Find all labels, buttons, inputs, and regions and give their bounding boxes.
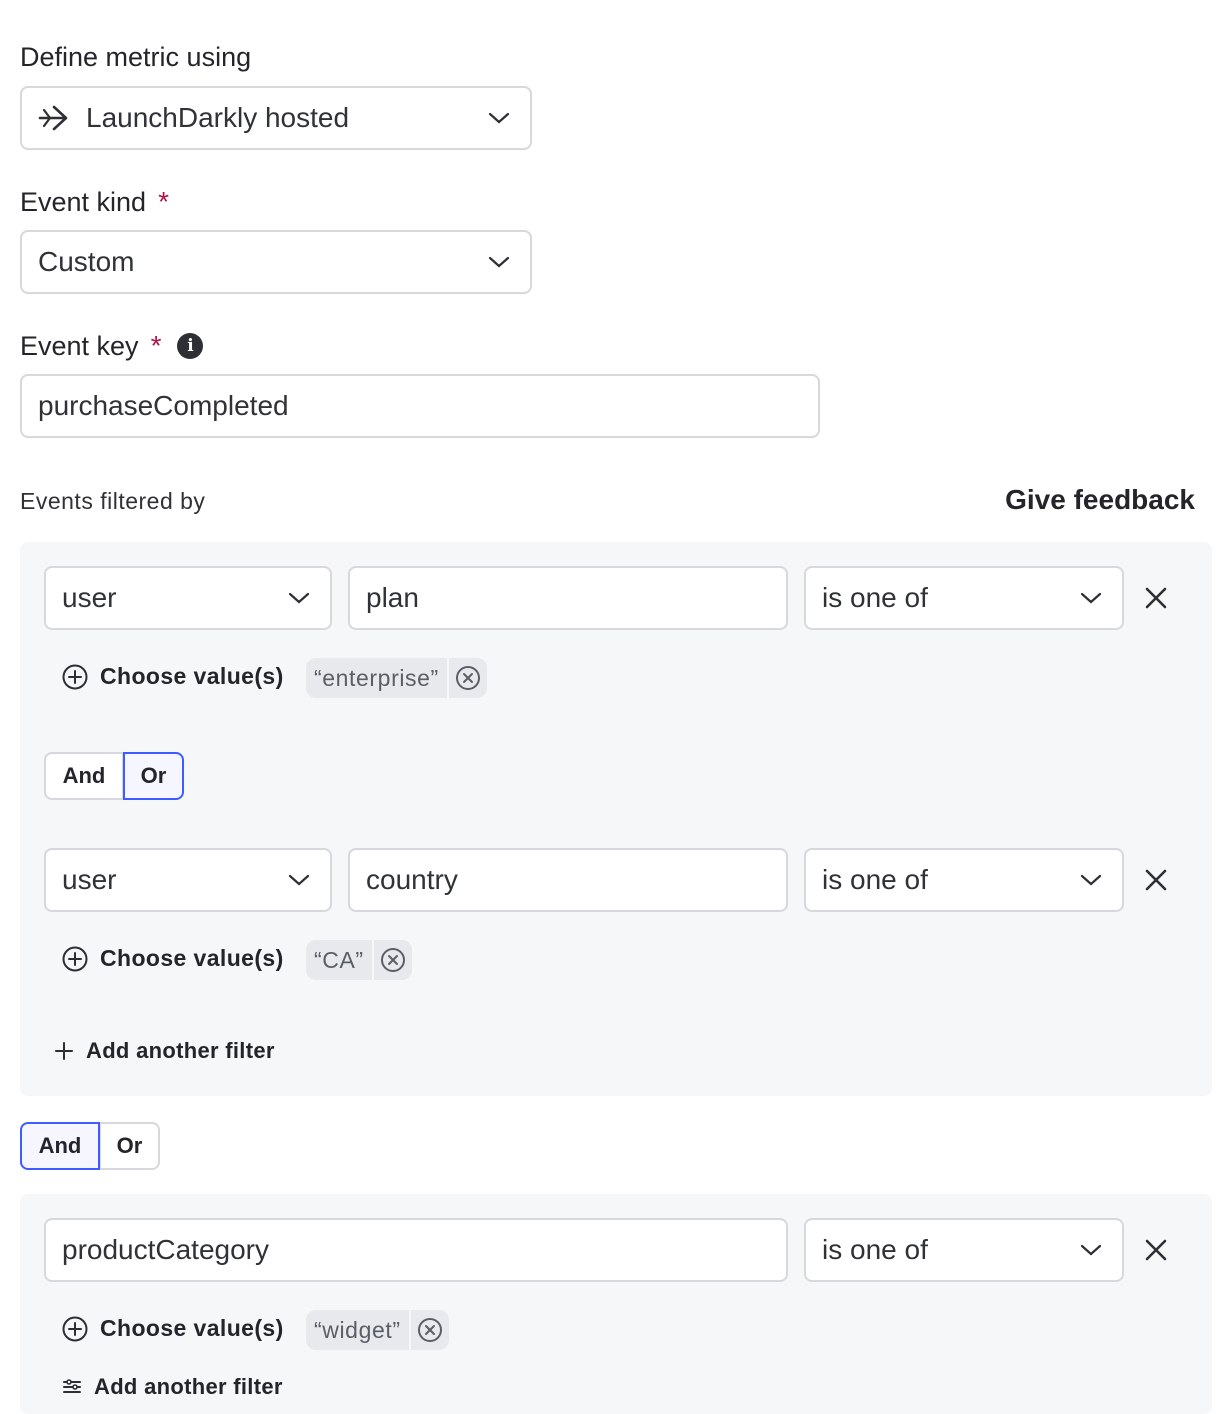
chevron-down-icon	[1080, 874, 1102, 886]
close-icon	[1145, 1239, 1167, 1261]
group-conjunction-or-option[interactable]: Or	[100, 1122, 160, 1170]
event-kind-value: Custom	[38, 246, 135, 277]
value-chip: “widget”	[306, 1310, 449, 1350]
attribute-input[interactable]: country	[348, 848, 788, 912]
operator-value: is one of	[822, 582, 928, 613]
attribute-input[interactable]: productCategory	[44, 1218, 788, 1282]
remove-filter-button[interactable]	[1142, 584, 1170, 612]
event-kind-select[interactable]: Custom	[20, 230, 532, 294]
conjunction-or-option[interactable]: Or	[123, 752, 184, 800]
chevron-down-icon	[1080, 592, 1102, 604]
close-circle-icon	[380, 948, 405, 972]
give-feedback-link[interactable]: Give feedback	[1005, 484, 1195, 516]
plus-icon	[55, 1042, 73, 1060]
event-key-label-text: Event key	[20, 330, 139, 361]
conjunction-and-option[interactable]: And	[44, 752, 123, 800]
value-chip-text: “CA”	[306, 940, 372, 980]
operator-select[interactable]: is one of	[804, 848, 1124, 912]
group-conjunction-and-option[interactable]: And	[20, 1122, 100, 1170]
chevron-down-icon	[488, 112, 510, 124]
operator-value: is one of	[822, 1234, 928, 1265]
required-mark: *	[158, 186, 169, 217]
chevron-down-icon	[288, 592, 310, 604]
define-metric-label-text: Define metric using	[20, 42, 252, 72]
metric-source-select[interactable]: LaunchDarkly hosted	[20, 86, 532, 150]
context-kind-select[interactable]: user	[44, 848, 332, 912]
operator-value: is one of	[822, 864, 928, 895]
context-kind-select[interactable]: user	[44, 566, 332, 630]
event-kind-label: Event kind *	[20, 186, 169, 218]
event-kind-label-text: Event kind	[20, 186, 147, 217]
arrow-right-icon	[38, 105, 68, 131]
metric-source-value: LaunchDarkly hosted	[86, 102, 350, 133]
close-icon	[1145, 869, 1167, 891]
attribute-value: productCategory	[62, 1234, 270, 1265]
choose-values-button[interactable]: Choose value(s)	[62, 1315, 284, 1342]
choose-values-label: Choose value(s)	[100, 945, 284, 971]
events-filtered-by-heading: Events filtered by	[20, 488, 206, 514]
info-icon[interactable]: i	[177, 333, 204, 359]
chevron-down-icon	[1080, 1244, 1102, 1256]
attribute-value: country	[366, 864, 458, 895]
choose-values-button[interactable]: Choose value(s)	[62, 945, 284, 972]
chevron-down-icon	[288, 874, 310, 886]
attribute-input[interactable]: plan	[348, 566, 788, 630]
plus-circle-icon	[62, 946, 88, 971]
sliders-icon	[63, 1379, 81, 1393]
define-metric-label: Define metric using	[20, 42, 251, 73]
plus-circle-icon	[62, 1316, 88, 1341]
required-mark: *	[150, 330, 162, 361]
add-another-filter-button[interactable]: Add another filter	[62, 1374, 283, 1400]
close-icon	[1145, 587, 1167, 609]
close-circle-icon	[455, 666, 480, 690]
row-conjunction-toggle: And Or	[44, 752, 184, 800]
remove-value-button[interactable]	[410, 1310, 449, 1350]
attribute-value: plan	[366, 582, 419, 613]
event-key-input[interactable]: purchaseCompleted	[20, 374, 820, 438]
add-another-filter-button[interactable]: Add another filter	[54, 1038, 275, 1064]
event-key-value: purchaseCompleted	[38, 390, 289, 421]
group-conjunction-toggle: And Or	[20, 1122, 160, 1170]
operator-select[interactable]: is one of	[804, 566, 1124, 630]
context-kind-value: user	[62, 864, 117, 895]
operator-select[interactable]: is one of	[804, 1218, 1124, 1282]
value-chip-text: “enterprise”	[306, 658, 447, 698]
add-another-filter-label: Add another filter	[86, 1038, 275, 1063]
value-chip-text: “widget”	[306, 1310, 409, 1350]
remove-filter-button[interactable]	[1142, 866, 1170, 894]
chevron-down-icon	[488, 256, 510, 268]
choose-values-button[interactable]: Choose value(s)	[62, 663, 284, 690]
remove-value-button[interactable]	[448, 658, 487, 698]
value-chip: “enterprise”	[306, 658, 487, 698]
add-another-filter-label: Add another filter	[94, 1374, 283, 1399]
plus-circle-icon	[62, 664, 88, 689]
choose-values-label: Choose value(s)	[100, 1315, 284, 1341]
remove-filter-button[interactable]	[1142, 1236, 1170, 1264]
close-circle-icon	[417, 1318, 442, 1342]
context-kind-value: user	[62, 582, 117, 613]
value-chip: “CA”	[306, 940, 412, 980]
remove-value-button[interactable]	[373, 940, 412, 980]
event-key-label: Event key * i	[20, 330, 204, 362]
choose-values-label: Choose value(s)	[100, 663, 284, 689]
